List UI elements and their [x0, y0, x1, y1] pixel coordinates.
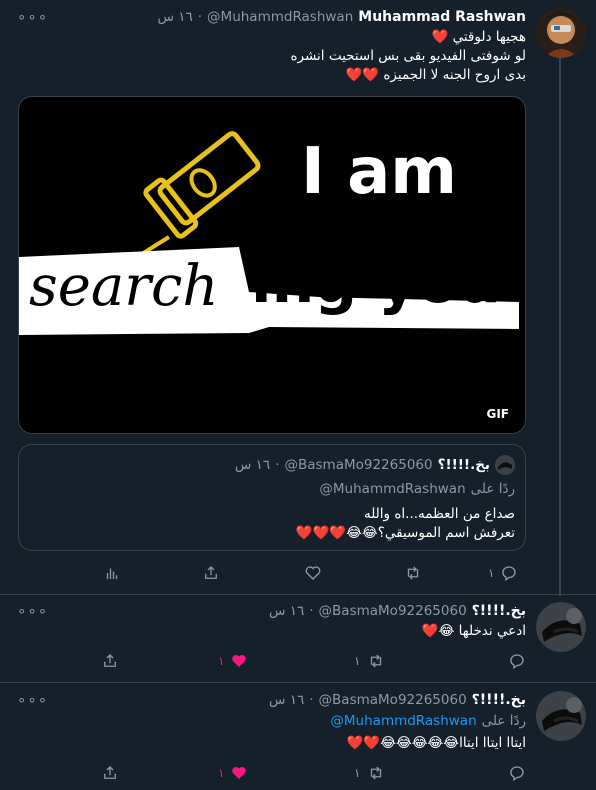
tweet-line: ادعي ندخلها 😂❤️ — [421, 623, 526, 639]
retweet-icon — [371, 766, 382, 780]
heart-icon — [305, 566, 321, 580]
tweet-line: ايتاا ايتاا ايتاا😂😂😂😂😂❤️❤️ — [346, 735, 526, 751]
gif-media[interactable]: I am search ing you GIF — [18, 96, 526, 434]
quoted-line: صداع من العظمه...اه والله — [363, 506, 515, 522]
quoted-header: بخ.!!!!؟ @BasmaMo92265060 · ١٦ س — [235, 455, 515, 475]
reply-icon — [502, 566, 517, 582]
like-button[interactable]: ١ — [218, 652, 248, 670]
divider — [0, 682, 596, 683]
analytics-icon — [106, 568, 118, 579]
avatar-photo — [536, 691, 586, 741]
like-count: ١ — [218, 654, 225, 668]
avatar-photo — [536, 602, 586, 652]
share-icon — [104, 654, 116, 667]
reply-prefix: ردًا على — [470, 481, 515, 497]
heart-filled-icon — [232, 655, 247, 667]
gif-line-1: I am — [301, 135, 457, 209]
reply-icon — [510, 654, 524, 670]
quoted-author-name: بخ.!!!!؟ — [437, 457, 490, 473]
retweet-button[interactable]: ١ — [354, 764, 386, 782]
quoted-text: صداع من العظمه...اه والله تعرفش اسم المو… — [35, 505, 515, 543]
reply-button[interactable] — [508, 764, 526, 782]
retweet-count: ١ — [354, 766, 361, 780]
retweet-button[interactable] — [403, 564, 423, 582]
author-handle[interactable]: @BasmaMo92265060 — [319, 603, 467, 619]
tweet-text: ايتاا ايتاا ايتاا😂😂😂😂😂❤️❤️ — [66, 734, 526, 753]
like-count: ١ — [218, 766, 225, 780]
reply-icon — [510, 766, 524, 782]
analytics-button[interactable] — [103, 564, 121, 582]
tweet-line: لو شوفتى الفيديو بقى بس استحيت انشره — [290, 48, 526, 64]
gif-word-rest: ing you — [251, 247, 502, 317]
retweet-count: ١ — [354, 654, 361, 668]
reply-prefix: ردًا على — [481, 713, 526, 729]
gif-word-search: search — [29, 254, 219, 319]
tweet-header: بخ.!!!!؟ @BasmaMo92265060 · ١٦ س — [269, 692, 526, 708]
more-horizontal-icon[interactable]: ∘∘∘ — [17, 693, 48, 708]
quoted-avatar — [495, 455, 515, 475]
avatar-photo — [495, 455, 515, 475]
tweet-header: Muhammad Rashwan @MuhammdRashwan · ١٦ س — [157, 9, 526, 25]
quoted-reply-context: ردًا على @MuhammdRashwan — [319, 481, 515, 497]
separator-dot: · — [275, 457, 280, 473]
share-button[interactable] — [101, 652, 119, 670]
tweet-header: بخ.!!!!؟ @BasmaMo92265060 · ١٦ س — [269, 603, 526, 619]
separator-dot: · — [309, 603, 314, 619]
like-button[interactable]: ١ — [218, 764, 248, 782]
quoted-tweet[interactable]: بخ.!!!!؟ @BasmaMo92265060 · ١٦ س ردًا عل… — [18, 444, 526, 551]
avatar[interactable] — [536, 691, 586, 741]
tweet-line: هجيها دلوقتي ❤️ — [431, 29, 526, 45]
author-name[interactable]: Muhammad Rashwan — [358, 9, 526, 25]
author-name[interactable]: بخ.!!!!؟ — [472, 692, 526, 708]
share-button[interactable] — [202, 564, 220, 582]
retweet-icon — [407, 566, 419, 580]
author-handle[interactable]: @BasmaMo92265060 — [319, 692, 467, 708]
separator-dot: · — [309, 692, 314, 708]
quoted-author-handle: @BasmaMo92265060 — [284, 457, 433, 473]
tweet-line: بدى اروح الجنه لا الجميزه ❤️❤️ — [345, 67, 526, 83]
avatar[interactable] — [536, 602, 586, 652]
reply-to-handle: @MuhammdRashwan — [319, 481, 466, 497]
share-icon — [104, 766, 116, 779]
retweet-button[interactable]: ١ — [354, 652, 386, 670]
more-horizontal-icon[interactable]: ∘∘∘ — [17, 10, 48, 25]
retweet-icon — [371, 654, 382, 668]
reply-button[interactable] — [508, 652, 526, 670]
thread-line — [559, 58, 561, 596]
author-name[interactable]: بخ.!!!!؟ — [472, 603, 526, 619]
avatar[interactable] — [536, 8, 586, 58]
author-handle[interactable]: @MuhammdRashwan — [207, 9, 353, 25]
timestamp[interactable]: ١٦ س — [269, 692, 304, 708]
like-button[interactable] — [304, 564, 322, 582]
reply-count: ١ — [488, 566, 495, 580]
separator-dot: · — [197, 9, 203, 25]
reply-to-link[interactable]: @MuhammdRashwan — [330, 713, 476, 729]
reply-button[interactable]: ١ — [488, 564, 518, 582]
reply-context: ردًا على @MuhammdRashwan — [330, 713, 526, 729]
share-icon — [205, 566, 217, 579]
timestamp[interactable]: ١٦ س — [269, 603, 304, 619]
tweet-text: هجيها دلوقتي ❤️ لو شوفتى الفيديو بقى بس … — [66, 28, 526, 85]
more-horizontal-icon[interactable]: ∘∘∘ — [17, 604, 48, 619]
divider — [0, 594, 596, 595]
heart-filled-icon — [232, 767, 247, 779]
quoted-line: تعرفش اسم الموسيقي؟😂😂❤️❤️❤️ — [295, 525, 515, 541]
gif-badge: GIF — [480, 405, 515, 423]
timestamp[interactable]: ١٦ س — [157, 9, 192, 25]
quoted-timestamp: ١٦ س — [234, 457, 271, 473]
share-button[interactable] — [101, 764, 119, 782]
tweet-text: ادعي ندخلها 😂❤️ — [66, 622, 526, 641]
avatar-photo — [536, 8, 586, 58]
